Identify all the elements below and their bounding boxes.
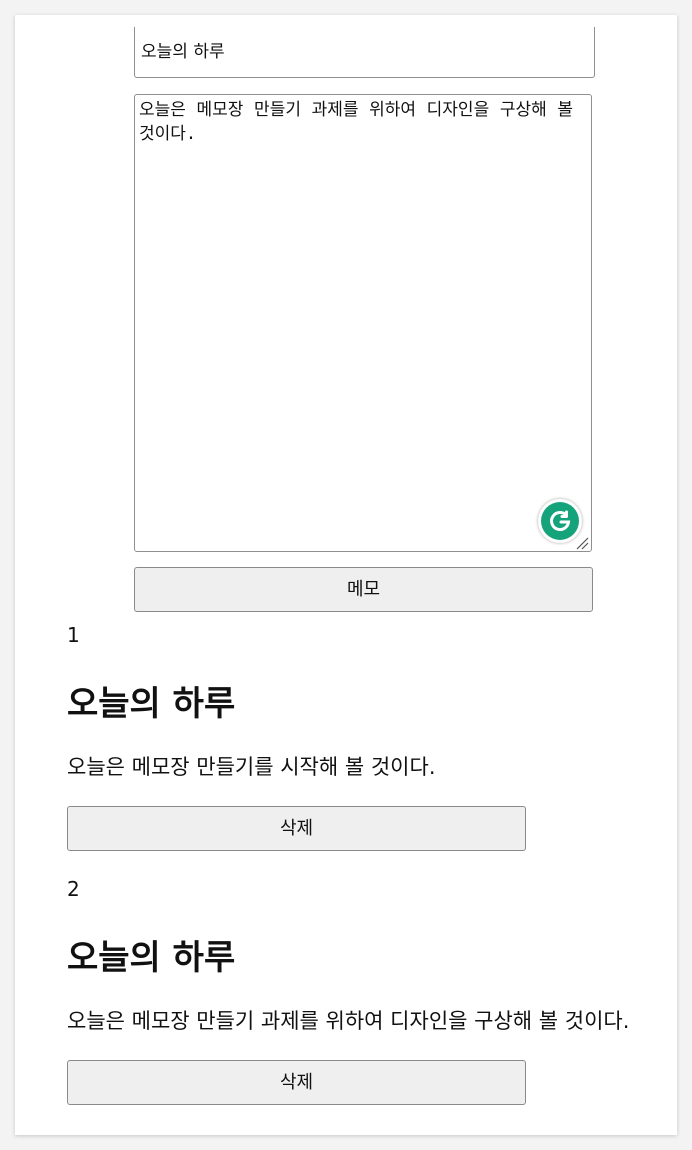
memo-title: 오늘의 하루 <box>67 938 236 978</box>
memo-title: 오늘의 하루 <box>67 684 236 724</box>
memo-content: 오늘은 메모장 만들기 과제를 위하여 디자인을 구상해 볼 것이다. <box>67 1009 630 1033</box>
delete-button[interactable]: 삭제 <box>67 806 526 851</box>
memo-index: 2 <box>67 877 80 901</box>
memo-content: 오늘은 메모장 만들기를 시작해 볼 것이다. <box>67 755 436 779</box>
memo-content-textarea[interactable]: 오늘은 메모장 만들기 과제를 위하여 디자인을 구상해 볼 것이다. <box>134 94 592 552</box>
memo-app-container: 오늘의 하루 오늘은 메모장 만들기 과제를 위하여 디자인을 구상해 볼 것이… <box>15 15 677 1135</box>
memo-title-input[interactable]: 오늘의 하루 <box>134 27 595 78</box>
resize-handle-icon[interactable] <box>575 535 589 550</box>
delete-button[interactable]: 삭제 <box>67 1060 526 1105</box>
memo-submit-button[interactable]: 메모 <box>134 567 593 612</box>
memo-index: 1 <box>67 623 80 647</box>
